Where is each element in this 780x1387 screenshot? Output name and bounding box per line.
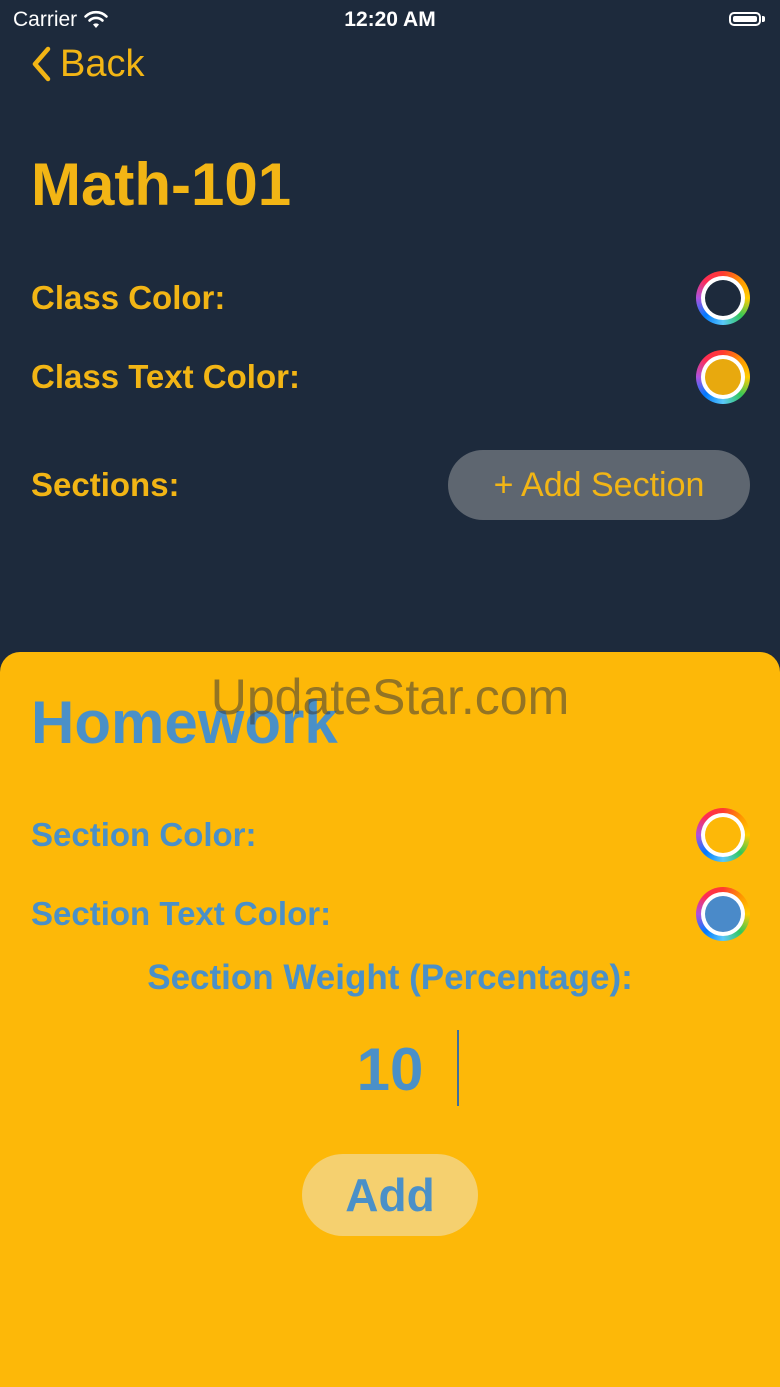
- class-color-picker[interactable]: [696, 271, 750, 325]
- section-color-picker[interactable]: [696, 808, 750, 862]
- section-title: Homework: [31, 689, 338, 756]
- section-text-color-label: Section Text Color:: [31, 895, 332, 932]
- chevron-left-icon: [30, 45, 52, 83]
- back-label: Back: [60, 42, 145, 85]
- text-cursor: [457, 1030, 459, 1106]
- back-button[interactable]: Back: [30, 40, 144, 88]
- section-text-color-swatch: [705, 896, 741, 932]
- add-button[interactable]: Add: [302, 1154, 478, 1236]
- section-weight-field: [238, 1030, 542, 1108]
- new-section-sheet: [0, 652, 780, 1387]
- class-text-color-label: Class Text Color:: [31, 358, 300, 395]
- section-weight-label: Section Weight (Percentage):: [147, 958, 633, 997]
- class-text-color-picker[interactable]: [696, 350, 750, 404]
- section-color-label: Section Color:: [31, 816, 257, 853]
- add-section-button[interactable]: + Add Section: [448, 450, 750, 520]
- sections-row: Sections: + Add Section: [31, 449, 750, 521]
- section-weight-input[interactable]: [238, 1033, 542, 1105]
- class-color-swatch: [705, 280, 741, 316]
- class-title: Math-101: [31, 151, 292, 218]
- class-color-row: Class Color:: [31, 271, 750, 325]
- section-color-swatch: [705, 817, 741, 853]
- class-text-color-swatch: [705, 359, 741, 395]
- class-color-label: Class Color:: [31, 279, 226, 316]
- section-text-color-row: Section Text Color:: [31, 887, 750, 941]
- battery-icon: [729, 10, 767, 28]
- section-text-color-picker[interactable]: [696, 887, 750, 941]
- status-time: 12:20 AM: [344, 8, 436, 31]
- sections-label: Sections:: [31, 466, 180, 503]
- status-bar: Carrier 12:20 AM: [0, 0, 780, 40]
- section-color-row: Section Color:: [31, 808, 750, 862]
- class-text-color-row: Class Text Color:: [31, 350, 750, 404]
